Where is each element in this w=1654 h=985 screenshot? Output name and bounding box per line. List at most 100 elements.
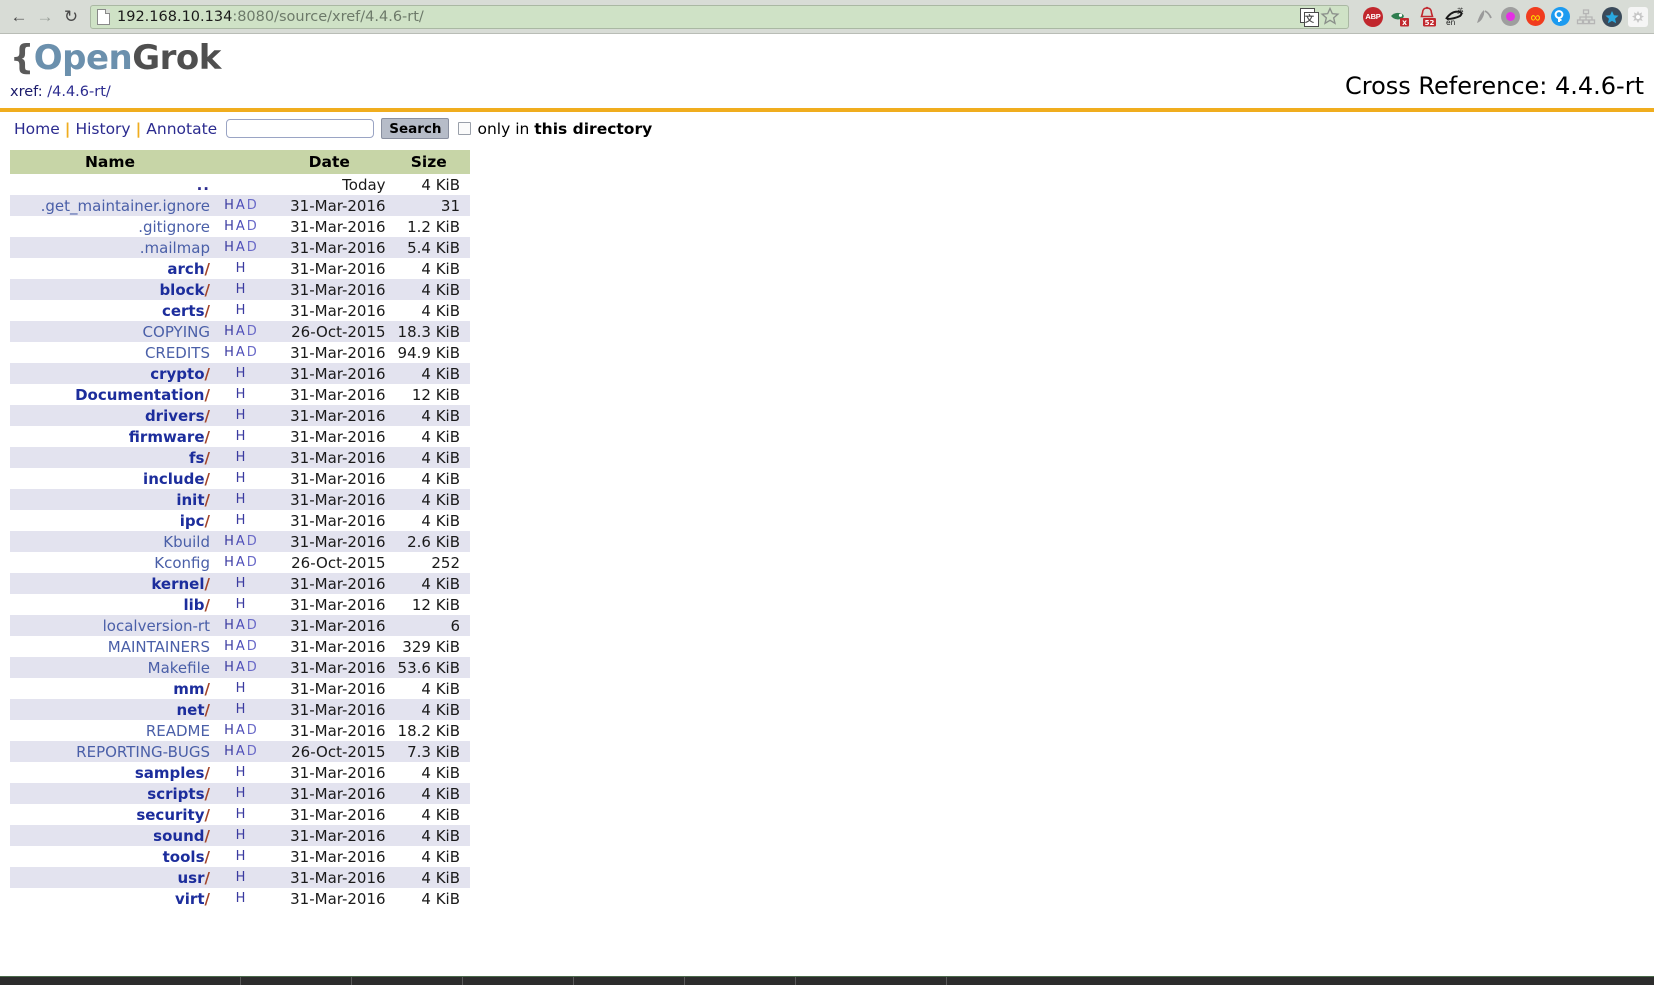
history-link[interactable]: H — [236, 870, 246, 885]
directory-link[interactable]: block — [159, 281, 204, 299]
history-link[interactable]: H — [224, 219, 234, 234]
table-row[interactable]: .mailmap H A D 31-Mar-2016 5.4 KiB — [10, 237, 470, 258]
sitemap-icon[interactable] — [1576, 8, 1596, 26]
history-link[interactable]: H — [236, 891, 246, 906]
table-row[interactable]: tools/H 31-Mar-2016 4 KiB — [10, 846, 470, 867]
file-link[interactable]: .get_maintainer.ignore — [41, 197, 210, 215]
parent-directory-link[interactable]: .. — [197, 176, 210, 194]
history-link[interactable]: H — [236, 450, 246, 465]
search-button[interactable]: Search — [381, 118, 450, 139]
directory-link[interactable]: arch — [167, 260, 204, 278]
history-link[interactable]: H — [236, 828, 246, 843]
directory-link[interactable]: tools — [163, 848, 205, 866]
table-row[interactable]: COPYING H A D 26-Oct-2015 18.3 KiB — [10, 321, 470, 342]
annotate-link[interactable]: A — [236, 744, 245, 759]
table-row[interactable]: samples/H 31-Mar-2016 4 KiB — [10, 762, 470, 783]
annotate-link[interactable]: A — [236, 345, 245, 360]
directory-link[interactable]: certs — [162, 302, 205, 320]
history-link[interactable]: H — [236, 765, 246, 780]
history-link[interactable]: H — [224, 198, 234, 213]
table-row[interactable]: sound/H 31-Mar-2016 4 KiB — [10, 825, 470, 846]
column-header-date[interactable]: Date — [270, 150, 388, 174]
directory-link[interactable]: fs — [189, 449, 204, 467]
file-link[interactable]: COPYING — [143, 323, 210, 341]
directory-link[interactable]: samples — [135, 764, 205, 782]
directory-link[interactable]: ipc — [180, 512, 205, 530]
nav-link-home[interactable]: Home — [14, 120, 60, 138]
history-link[interactable]: H — [224, 618, 234, 633]
table-row[interactable]: firmware/H 31-Mar-2016 4 KiB — [10, 426, 470, 447]
download-link[interactable]: D — [247, 639, 257, 654]
nav-link-annotate[interactable]: Annotate — [146, 120, 217, 138]
file-link[interactable]: REPORTING-BUGS — [76, 743, 210, 761]
table-row[interactable]: security/H 31-Mar-2016 4 KiB — [10, 804, 470, 825]
download-link[interactable]: D — [247, 618, 257, 633]
annotate-link[interactable]: A — [236, 198, 245, 213]
directory-link[interactable]: sound — [153, 827, 204, 845]
table-row[interactable]: .gitignore H A D 31-Mar-2016 1.2 KiB — [10, 216, 470, 237]
table-row[interactable]: drivers/H 31-Mar-2016 4 KiB — [10, 405, 470, 426]
table-row[interactable]: net/H 31-Mar-2016 4 KiB — [10, 699, 470, 720]
adblock-plus-icon[interactable]: ABP — [1363, 6, 1383, 27]
column-header-name[interactable]: Name — [10, 150, 210, 174]
annotate-link[interactable]: A — [236, 324, 245, 339]
file-link[interactable]: localversion-rt — [103, 617, 210, 635]
column-header-size[interactable]: Size — [387, 150, 470, 174]
table-row[interactable]: init/H 31-Mar-2016 4 KiB — [10, 489, 470, 510]
search-input[interactable] — [226, 119, 375, 138]
history-link[interactable]: H — [236, 681, 246, 696]
download-link[interactable]: D — [247, 660, 257, 675]
history-link[interactable]: H — [236, 702, 246, 717]
annotate-link[interactable]: A — [236, 534, 245, 549]
directory-link[interactable]: init — [176, 491, 204, 509]
table-row[interactable]: Makefile H A D 31-Mar-2016 53.6 KiB — [10, 657, 470, 678]
history-link[interactable]: H — [236, 366, 246, 381]
history-link[interactable]: H — [224, 639, 234, 654]
only-this-directory-checkbox[interactable] — [458, 122, 472, 135]
table-row[interactable]: .. Today 4 KiB — [10, 174, 470, 195]
history-link[interactable]: H — [224, 534, 234, 549]
address-bar[interactable]: 192.168.10.134:8080/source/xref/4.4.6-rt… — [90, 4, 1349, 29]
history-link[interactable]: H — [224, 345, 234, 360]
settings-gear-icon[interactable] — [1628, 6, 1648, 27]
history-link[interactable]: H — [224, 723, 234, 738]
history-link[interactable]: H — [236, 786, 246, 801]
table-row[interactable]: usr/H 31-Mar-2016 4 KiB — [10, 867, 470, 888]
directory-link[interactable]: security — [136, 806, 204, 824]
history-link[interactable]: H — [236, 492, 246, 507]
history-link[interactable]: H — [224, 240, 234, 255]
table-row[interactable]: Kbuild H A D 31-Mar-2016 2.6 KiB — [10, 531, 470, 552]
download-link[interactable]: D — [247, 219, 257, 234]
table-row[interactable]: kernel/H 31-Mar-2016 4 KiB — [10, 573, 470, 594]
translate-icon[interactable]: 文 — [1300, 8, 1319, 27]
directory-link[interactable]: usr — [177, 869, 204, 887]
table-row[interactable]: MAINTAINERS H A D 31-Mar-2016 329 KiB — [10, 636, 470, 657]
table-row[interactable]: block/H 31-Mar-2016 4 KiB — [10, 279, 470, 300]
file-link[interactable]: README — [146, 722, 210, 740]
directory-link[interactable]: Documentation — [75, 386, 204, 404]
ghostery-icon[interactable]: x — [1389, 7, 1411, 27]
table-row[interactable]: scripts/H 31-Mar-2016 4 KiB — [10, 783, 470, 804]
directory-link[interactable]: mm — [173, 680, 204, 698]
table-row[interactable]: arch/H 31-Mar-2016 4 KiB — [10, 258, 470, 279]
directory-link[interactable]: net — [176, 701, 204, 719]
key-search-icon[interactable] — [1551, 7, 1570, 26]
nav-link-history[interactable]: History — [75, 120, 130, 138]
download-link[interactable]: D — [247, 555, 257, 570]
table-row[interactable]: crypto/H 31-Mar-2016 4 KiB — [10, 363, 470, 384]
download-link[interactable]: D — [247, 345, 257, 360]
table-row[interactable]: ipc/H 31-Mar-2016 4 KiB — [10, 510, 470, 531]
history-link[interactable]: H — [236, 576, 246, 591]
history-link[interactable]: H — [236, 429, 246, 444]
bookmark-star-icon[interactable] — [1320, 6, 1342, 28]
table-row[interactable]: Kconfig H A D 26-Oct-2015 252 — [10, 552, 470, 573]
history-link[interactable]: H — [236, 513, 246, 528]
directory-link[interactable]: kernel — [151, 575, 204, 593]
download-link[interactable]: D — [247, 723, 257, 738]
directory-link[interactable]: lib — [183, 596, 204, 614]
file-link[interactable]: Makefile — [148, 659, 210, 677]
history-link[interactable]: H — [236, 303, 246, 318]
download-link[interactable]: D — [247, 324, 257, 339]
history-link[interactable]: H — [236, 849, 246, 864]
file-link[interactable]: Kconfig — [154, 554, 210, 572]
